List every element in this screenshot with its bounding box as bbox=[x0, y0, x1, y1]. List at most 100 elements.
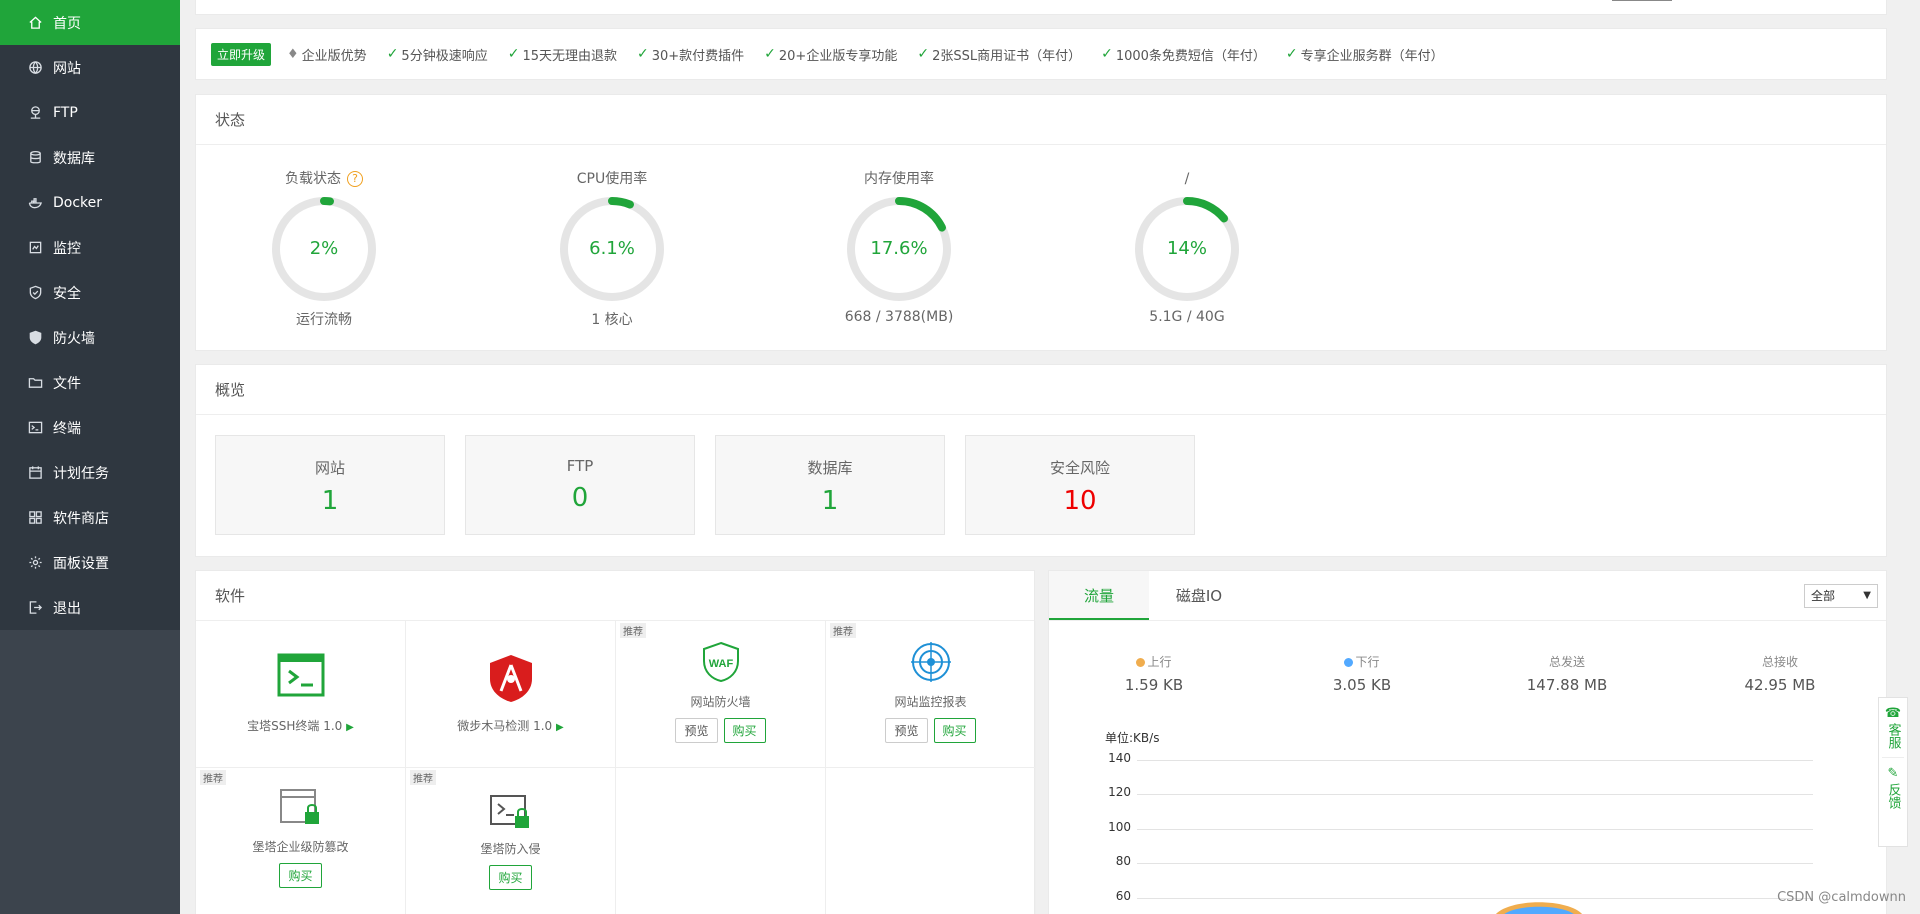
sidebar-item-store[interactable]: 软件商店 bbox=[0, 495, 180, 540]
headset-icon: ☎ bbox=[1884, 706, 1902, 721]
software-name: 宝塔SSH终端 1.0 bbox=[247, 719, 343, 733]
check-icon: ✓ bbox=[1285, 46, 1298, 62]
sidebar-item-docker[interactable]: Docker bbox=[0, 180, 180, 225]
sidebar-item-label: 软件商店 bbox=[53, 510, 109, 527]
customer-service-button[interactable]: ☎ 客服 bbox=[1879, 698, 1907, 749]
overview-label: 数据库 bbox=[807, 459, 853, 477]
chart-unit-label: 单位:KB/s bbox=[1105, 731, 1160, 745]
promo-item-text: 2张SSL商用证书（年付） bbox=[932, 48, 1082, 64]
ftp-icon bbox=[27, 105, 43, 121]
overview-ftp[interactable]: FTP 0 bbox=[465, 435, 695, 535]
sidebar-item-security[interactable]: 安全 bbox=[0, 270, 180, 315]
check-icon: ✓ bbox=[1101, 46, 1113, 62]
y-tick-label: 120 bbox=[1108, 785, 1131, 799]
disk-gauge[interactable]: / 14% 5.1G / 40G bbox=[1112, 169, 1262, 325]
sidebar-item-label: Docker bbox=[53, 194, 103, 211]
help-icon[interactable]: ? bbox=[347, 171, 363, 187]
promo-item-text: 15天无理由退款 bbox=[522, 48, 617, 64]
y-tick-label: 60 bbox=[1115, 889, 1131, 903]
load-gauge[interactable]: 负载状态? 2% 运行流畅 bbox=[249, 169, 399, 329]
traffic-stat-value: 3.05 KB bbox=[1332, 676, 1392, 694]
main-content: 立即升级 ♦ 企业版优势 ✓ 5分钟极速响应 ✓ 15天无理由退款 ✓ 30+款付费插… bbox=[195, 0, 1887, 914]
gauge-label: 负载状态? bbox=[249, 169, 399, 189]
monitor-icon bbox=[27, 240, 43, 256]
cpu-gauge[interactable]: CPU使用率 6.1% 1 核心 bbox=[537, 169, 687, 329]
sidebar-item-files[interactable]: 文件 bbox=[0, 360, 180, 405]
gauge-value: 6.1% bbox=[589, 238, 635, 259]
software-item[interactable]: 推荐 堡塔企业级防篡改 购买 bbox=[196, 768, 406, 914]
preview-button[interactable]: 预览 bbox=[675, 718, 718, 743]
locked-window-icon bbox=[196, 788, 405, 832]
sidebar-item-home[interactable]: 首页 bbox=[0, 0, 180, 45]
gauge-subtext: 1 核心 bbox=[591, 312, 633, 328]
header-link-underline[interactable] bbox=[1612, 0, 1672, 1]
buy-button[interactable]: 购买 bbox=[723, 718, 766, 743]
sidebar-item-settings[interactable]: 面板设置 bbox=[0, 540, 180, 585]
traffic-stat-label: 总发送 bbox=[1548, 655, 1585, 669]
promo-item-text: 20+企业版专享功能 bbox=[778, 48, 898, 64]
gauge-ring: 6.1% bbox=[558, 195, 666, 303]
software-item[interactable]: 微步木马检测 1.0 ▶ bbox=[406, 621, 616, 768]
preview-button[interactable]: 预览 bbox=[885, 718, 928, 743]
chevron-down-icon: ▼ bbox=[1863, 590, 1871, 601]
software-item[interactable]: 推荐 网站监控报表 预览 购买 bbox=[826, 621, 1036, 768]
chart-loading-blob bbox=[1496, 902, 1582, 914]
buy-button[interactable]: 购买 bbox=[279, 863, 322, 888]
overview-database[interactable]: 数据库 1 bbox=[715, 435, 945, 535]
sidebar-item-label: 面板设置 bbox=[53, 555, 109, 572]
gauge-subtext: 运行流畅 bbox=[296, 312, 352, 328]
promo-item: ✓ 5分钟极速响应 bbox=[387, 45, 488, 64]
software-item[interactable]: 推荐 WAF 网站防火墙 预览 购买 bbox=[616, 621, 826, 768]
overview-security-risk[interactable]: 安全风险 10 bbox=[965, 435, 1195, 535]
gauge-ring: 2% bbox=[270, 195, 378, 303]
sidebar-item-label: 文件 bbox=[53, 375, 81, 392]
sidebar-item-label: 监控 bbox=[53, 240, 81, 257]
shield-icon bbox=[27, 285, 43, 301]
sidebar-item-label: 数据库 bbox=[53, 150, 95, 167]
software-item[interactable]: 推荐 堡塔防入侵 购买 bbox=[406, 768, 616, 914]
traffic-stat-label: 总接收 bbox=[1761, 655, 1798, 669]
gauge-label: 内存使用率 bbox=[864, 171, 934, 187]
status-title: 状态 bbox=[196, 95, 1886, 145]
sidebar-item-database[interactable]: 数据库 bbox=[0, 135, 180, 180]
overview-websites[interactable]: 网站 1 bbox=[215, 435, 445, 535]
customer-service-label: 客服 bbox=[1885, 723, 1901, 749]
feedback-button[interactable]: ✎ 反馈 bbox=[1879, 758, 1907, 809]
interface-select[interactable]: 全部 ▼ bbox=[1804, 584, 1878, 608]
promo-item: ✓ 专享企业服务群（年付） bbox=[1286, 45, 1444, 64]
tab-traffic[interactable]: 流量 bbox=[1049, 571, 1149, 620]
play-icon: ▶ bbox=[556, 722, 564, 733]
sidebar-item-ftp[interactable]: FTP bbox=[0, 90, 180, 135]
upgrade-button[interactable]: 立即升级 bbox=[211, 42, 272, 66]
recommend-tag: 推荐 bbox=[200, 770, 226, 785]
floating-support-widget: ☎ 客服 ✎ 反馈 bbox=[1878, 697, 1908, 847]
sidebar-item-monitor[interactable]: 监控 bbox=[0, 225, 180, 270]
overview-panel: 概览 网站 1 FTP 0 数据库 1 安全风险 10 bbox=[195, 364, 1887, 557]
folder-icon bbox=[27, 375, 43, 391]
grid-line bbox=[1137, 829, 1813, 830]
memory-gauge[interactable]: 内存使用率 17.6% 668 / 3788(MB) bbox=[824, 169, 974, 325]
sidebar-item-logout[interactable]: 退出 bbox=[0, 585, 180, 630]
sidebar-item-cron[interactable]: 计划任务 bbox=[0, 450, 180, 495]
software-name: 堡塔防入侵 bbox=[480, 842, 541, 856]
software-name: 网站防火墙 bbox=[690, 695, 751, 709]
software-item[interactable]: 宝塔SSH终端 1.0 ▶ bbox=[196, 621, 406, 768]
overview-title: 概览 bbox=[196, 365, 1886, 415]
sidebar-item-terminal[interactable]: 终端 bbox=[0, 405, 180, 450]
buy-button[interactable]: 购买 bbox=[489, 865, 532, 890]
traffic-panel: 流量 磁盘IO 全部 ▼ 上行 1.59 KB 下行 3.05 KB 总发送 14… bbox=[1048, 570, 1887, 914]
software-actions: 购买 bbox=[406, 865, 615, 890]
interface-select-value: 全部 bbox=[1811, 589, 1836, 603]
software-grid: 宝塔SSH终端 1.0 ▶ 微步木马检测 1.0 ▶ 推荐 WAF 网站防火墙 … bbox=[196, 621, 1036, 914]
sidebar-item-label: 计划任务 bbox=[53, 465, 109, 482]
traffic-stat-value: 42.95 MB bbox=[1744, 676, 1816, 694]
feedback-label: 反馈 bbox=[1885, 783, 1901, 809]
top-header-bar bbox=[195, 0, 1887, 15]
buy-button[interactable]: 购买 bbox=[933, 718, 976, 743]
gauge-value: 17.6% bbox=[870, 238, 928, 259]
gauge-label: / bbox=[1184, 171, 1190, 187]
sidebar-item-website[interactable]: 网站 bbox=[0, 45, 180, 90]
sidebar-item-firewall[interactable]: 防火墙 bbox=[0, 315, 180, 360]
terminal-icon bbox=[27, 420, 43, 436]
tab-disk-io[interactable]: 磁盘IO bbox=[1149, 571, 1249, 620]
